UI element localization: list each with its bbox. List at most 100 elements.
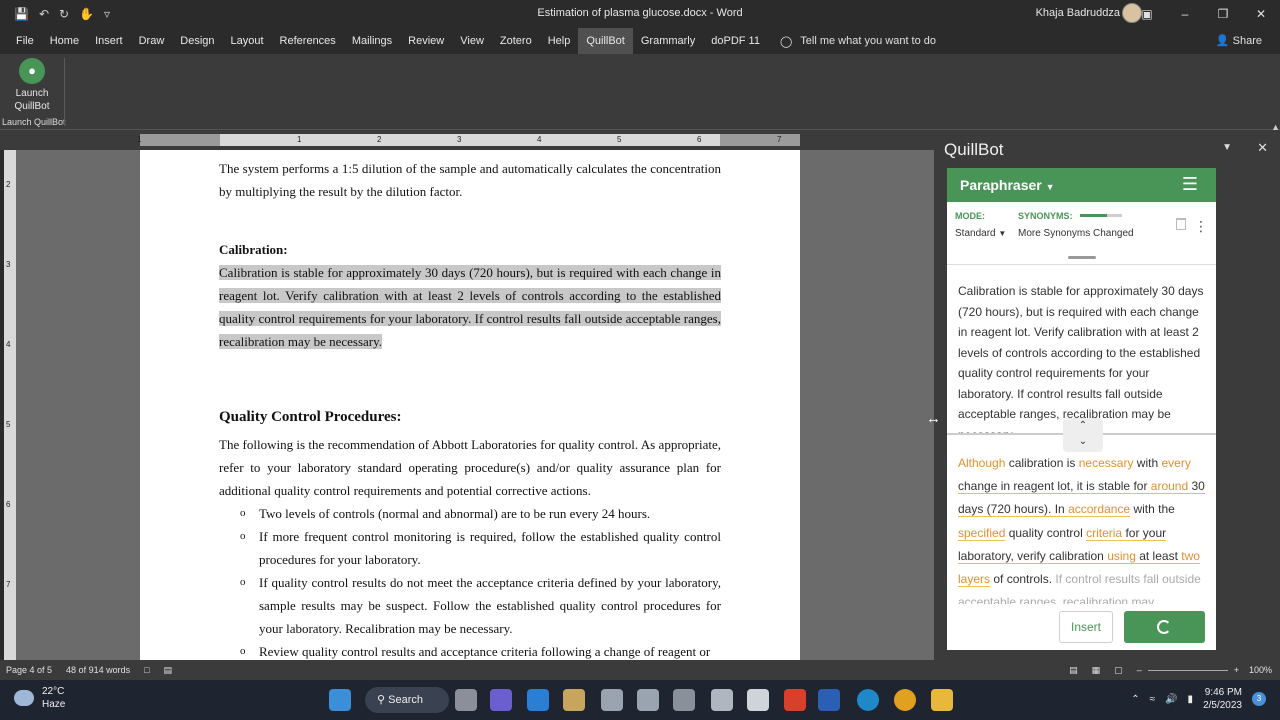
word-icon[interactable] — [818, 689, 840, 711]
save-icon[interactable]: 💾 — [14, 7, 29, 21]
zoom-level[interactable]: 100% — [1249, 665, 1272, 675]
qc-paragraph[interactable]: The following is the recommendation of A… — [219, 433, 721, 502]
chevron-down-icon[interactable]: ⌄ — [1063, 434, 1103, 450]
app-icon[interactable] — [711, 689, 733, 711]
tab-review[interactable]: Review — [400, 28, 452, 54]
output-segment[interactable]: specified — [958, 525, 1006, 541]
tab-view[interactable]: View — [452, 28, 492, 54]
tab-references[interactable]: References — [272, 28, 344, 54]
output-segment[interactable]: change in reagent lot, it is stable for — [958, 479, 1151, 495]
tab-dopdf[interactable]: doPDF 11 — [703, 28, 768, 54]
zoom-slider[interactable] — [1147, 669, 1228, 671]
share-button[interactable]: 👤 Share — [1216, 34, 1262, 47]
output-segment[interactable]: Although — [958, 456, 1005, 470]
output-segment[interactable]: of controls. — [990, 572, 1055, 586]
close-icon[interactable]: ✕ — [1242, 0, 1280, 28]
horizontal-ruler[interactable]: 1 1 2 3 4 5 6 7 — [137, 134, 800, 146]
teams-icon[interactable] — [490, 689, 512, 711]
user-name[interactable]: Khaja Badruddza — [1036, 7, 1120, 19]
qc-heading[interactable]: Quality Control Procedures: — [219, 406, 721, 429]
volume-icon[interactable]: 🔊 — [1165, 694, 1177, 705]
bullet-item[interactable]: Two levels of controls (normal and abnor… — [259, 502, 721, 525]
scroll-up-icon[interactable]: ▲ — [1271, 122, 1280, 132]
tab-zotero[interactable]: Zotero — [492, 28, 540, 54]
app-icon[interactable] — [601, 689, 623, 711]
web-layout-icon[interactable]: ▢ — [1114, 665, 1123, 676]
proofing-icon[interactable]: □ — [144, 665, 149, 675]
launch-quillbot-button[interactable]: ● Launch QuillBot — [8, 58, 56, 113]
bullet-item[interactable]: Review quality control results and accep… — [259, 640, 721, 660]
trash-icon[interactable] — [1176, 218, 1186, 230]
read-mode-icon[interactable]: ▤ — [1069, 665, 1078, 676]
output-segment[interactable]: calibration is — [1005, 456, 1078, 470]
output-segment[interactable]: necessary — [1079, 456, 1134, 470]
app-icon[interactable] — [637, 689, 659, 711]
calibration-paragraph[interactable]: Calibration is stable for approximately … — [219, 261, 721, 353]
weather-widget[interactable]: 22°C Haze — [14, 685, 65, 711]
chevron-up-icon[interactable]: ⌃ — [1063, 418, 1103, 434]
bullet-item[interactable]: If more frequent control monitoring is r… — [259, 525, 721, 571]
start-icon[interactable] — [329, 689, 351, 711]
output-text-box[interactable]: Although calibration is necessary with e… — [958, 452, 1206, 604]
tab-draw[interactable]: Draw — [131, 28, 173, 54]
rephrase-button[interactable] — [1124, 611, 1205, 643]
battery-icon[interactable]: ▮ — [1188, 694, 1194, 705]
pane-options-icon[interactable]: ▼ — [1222, 142, 1232, 153]
ribbon-display-icon[interactable]: ▣ — [1128, 0, 1166, 28]
output-segment[interactable]: criteria — [1086, 525, 1123, 541]
undo-icon[interactable]: ↶ — [39, 7, 49, 21]
edge-icon[interactable] — [857, 689, 879, 711]
calibration-heading[interactable]: Calibration: — [219, 238, 721, 261]
output-segment[interactable]: every — [1161, 456, 1190, 470]
tab-design[interactable]: Design — [172, 28, 222, 54]
tab-grammarly[interactable]: Grammarly — [633, 28, 703, 54]
tab-quillbot[interactable]: QuillBot — [578, 28, 633, 54]
zoom-out-icon[interactable]: – — [1137, 665, 1142, 675]
output-segment[interactable]: quality control — [1005, 526, 1086, 540]
output-segment[interactable]: at least — [1135, 548, 1182, 564]
tab-mailings[interactable]: Mailings — [344, 28, 400, 54]
pane-close-icon[interactable]: ✕ — [1257, 140, 1268, 156]
chevron-up-icon[interactable]: ⌃ — [1131, 694, 1139, 705]
taskbar-search[interactable]: ⚲ Search — [365, 687, 449, 713]
document-page[interactable]: The system performs a 1:5 dilution of th… — [140, 150, 800, 660]
tool-selector[interactable]: Paraphraser ▼ — [960, 177, 1055, 193]
restore-icon[interactable]: ❐ — [1204, 0, 1242, 28]
task-view-icon[interactable] — [455, 689, 477, 711]
minimize-icon[interactable]: – — [1166, 0, 1204, 28]
page-count[interactable]: Page 4 of 5 — [6, 665, 52, 675]
tab-help[interactable]: Help — [540, 28, 579, 54]
input-text-box[interactable]: Calibration is stable for approximately … — [958, 281, 1204, 433]
wifi-icon[interactable]: ≈ — [1150, 694, 1156, 705]
customize-toolbar-icon[interactable]: ▿ — [104, 7, 110, 21]
mode-dropdown[interactable]: Standard ▼ — [955, 228, 1006, 239]
file-explorer-icon[interactable] — [931, 689, 953, 711]
synonyms-slider[interactable] — [1080, 214, 1122, 217]
tab-layout[interactable]: Layout — [223, 28, 272, 54]
drag-handle[interactable] — [1068, 256, 1096, 259]
output-segment[interactable]: using — [1107, 548, 1136, 564]
output-segment[interactable]: accordance — [1068, 502, 1131, 518]
more-options-icon[interactable]: ⋮ — [1194, 218, 1208, 235]
output-segment[interactable]: with — [1133, 456, 1161, 470]
insert-button[interactable]: Insert — [1059, 611, 1113, 643]
vertical-ruler[interactable]: 2 3 4 5 6 7 — [4, 150, 16, 660]
tab-insert[interactable]: Insert — [87, 28, 131, 54]
selected-text[interactable]: Calibration is stable for approximately … — [219, 265, 721, 349]
word-count[interactable]: 48 of 914 words — [66, 665, 130, 675]
chrome-icon[interactable] — [894, 689, 916, 711]
output-segment[interactable]: with the — [1130, 502, 1174, 516]
store-icon[interactable] — [527, 689, 549, 711]
tab-file[interactable]: File — [8, 28, 42, 54]
document-canvas[interactable]: The system performs a 1:5 dilution of th… — [16, 150, 934, 660]
clock[interactable]: 9:46 PM 2/5/2023 — [1203, 686, 1242, 712]
mendeley-icon[interactable] — [784, 689, 806, 711]
bullet-item[interactable]: If quality control results do not meet t… — [259, 571, 721, 640]
print-layout-icon[interactable]: ▦ — [1092, 665, 1101, 676]
tab-home[interactable]: Home — [42, 28, 87, 54]
paragraph-dilution[interactable]: The system performs a 1:5 dilution of th… — [219, 157, 721, 203]
zoom-in-icon[interactable]: + — [1234, 665, 1239, 675]
redo-icon[interactable]: ↻ — [59, 7, 69, 21]
hamburger-menu-icon[interactable]: ☰ — [1182, 174, 1198, 195]
app-icon[interactable] — [747, 689, 769, 711]
